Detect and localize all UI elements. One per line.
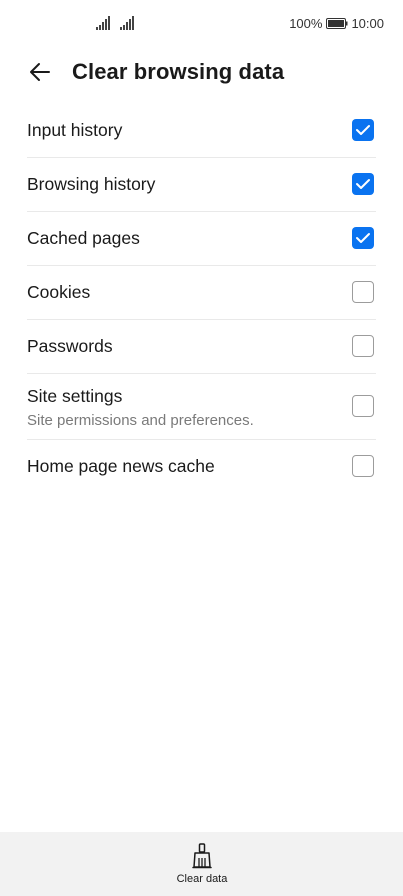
site-settings-checkbox[interactable]: [352, 395, 374, 417]
header: Clear browsing data: [0, 52, 403, 92]
clear-data-label: Clear data: [176, 873, 228, 885]
cookies-checkbox[interactable]: [352, 281, 374, 303]
clear-data-button[interactable]: Clear data: [160, 840, 244, 890]
option-label: Input history: [27, 120, 123, 140]
battery-icon: [326, 18, 348, 29]
option-cached-pages[interactable]: Cached pages: [27, 212, 376, 266]
bottom-action-bar: Clear data: [0, 832, 403, 896]
option-home-page-news-cache[interactable]: Home page news cache: [27, 440, 376, 493]
back-arrow-icon: [30, 63, 50, 81]
options-list: Input history Browsing history Cached pa…: [27, 104, 376, 493]
page-title: Clear browsing data: [72, 59, 285, 84]
input-history-checkbox[interactable]: [352, 119, 374, 141]
option-label: Passwords: [27, 336, 113, 356]
checkmark-icon: [356, 179, 370, 189]
option-sublabel: Site permissions and preferences.: [27, 412, 254, 429]
option-input-history[interactable]: Input history: [27, 104, 376, 158]
checkmark-icon: [356, 233, 370, 243]
home-page-news-cache-checkbox[interactable]: [352, 455, 374, 477]
signal-indicators: [96, 16, 134, 30]
option-label: Browsing history: [27, 174, 156, 194]
brush-icon: [192, 843, 212, 869]
option-browsing-history[interactable]: Browsing history: [27, 158, 376, 212]
signal-strength-icon: [96, 16, 110, 30]
option-label: Home page news cache: [27, 456, 215, 476]
battery-percentage: 100%: [289, 16, 323, 31]
passwords-checkbox[interactable]: [352, 335, 374, 357]
status-bar: 100% 10:00: [0, 0, 403, 48]
option-passwords[interactable]: Passwords: [27, 320, 376, 374]
back-button[interactable]: [26, 58, 54, 86]
option-label: Site settings: [27, 386, 123, 406]
option-label: Cached pages: [27, 228, 140, 248]
status-right: 100% 10:00: [289, 16, 384, 31]
option-site-settings[interactable]: Site settings Site permissions and prefe…: [27, 374, 376, 440]
browsing-history-checkbox[interactable]: [352, 173, 374, 195]
checkmark-icon: [356, 125, 370, 135]
option-cookies[interactable]: Cookies: [27, 266, 376, 320]
clock: 10:00: [351, 16, 384, 31]
cached-pages-checkbox[interactable]: [352, 227, 374, 249]
signal-strength-icon-2: [120, 16, 134, 30]
option-label: Cookies: [27, 282, 91, 302]
